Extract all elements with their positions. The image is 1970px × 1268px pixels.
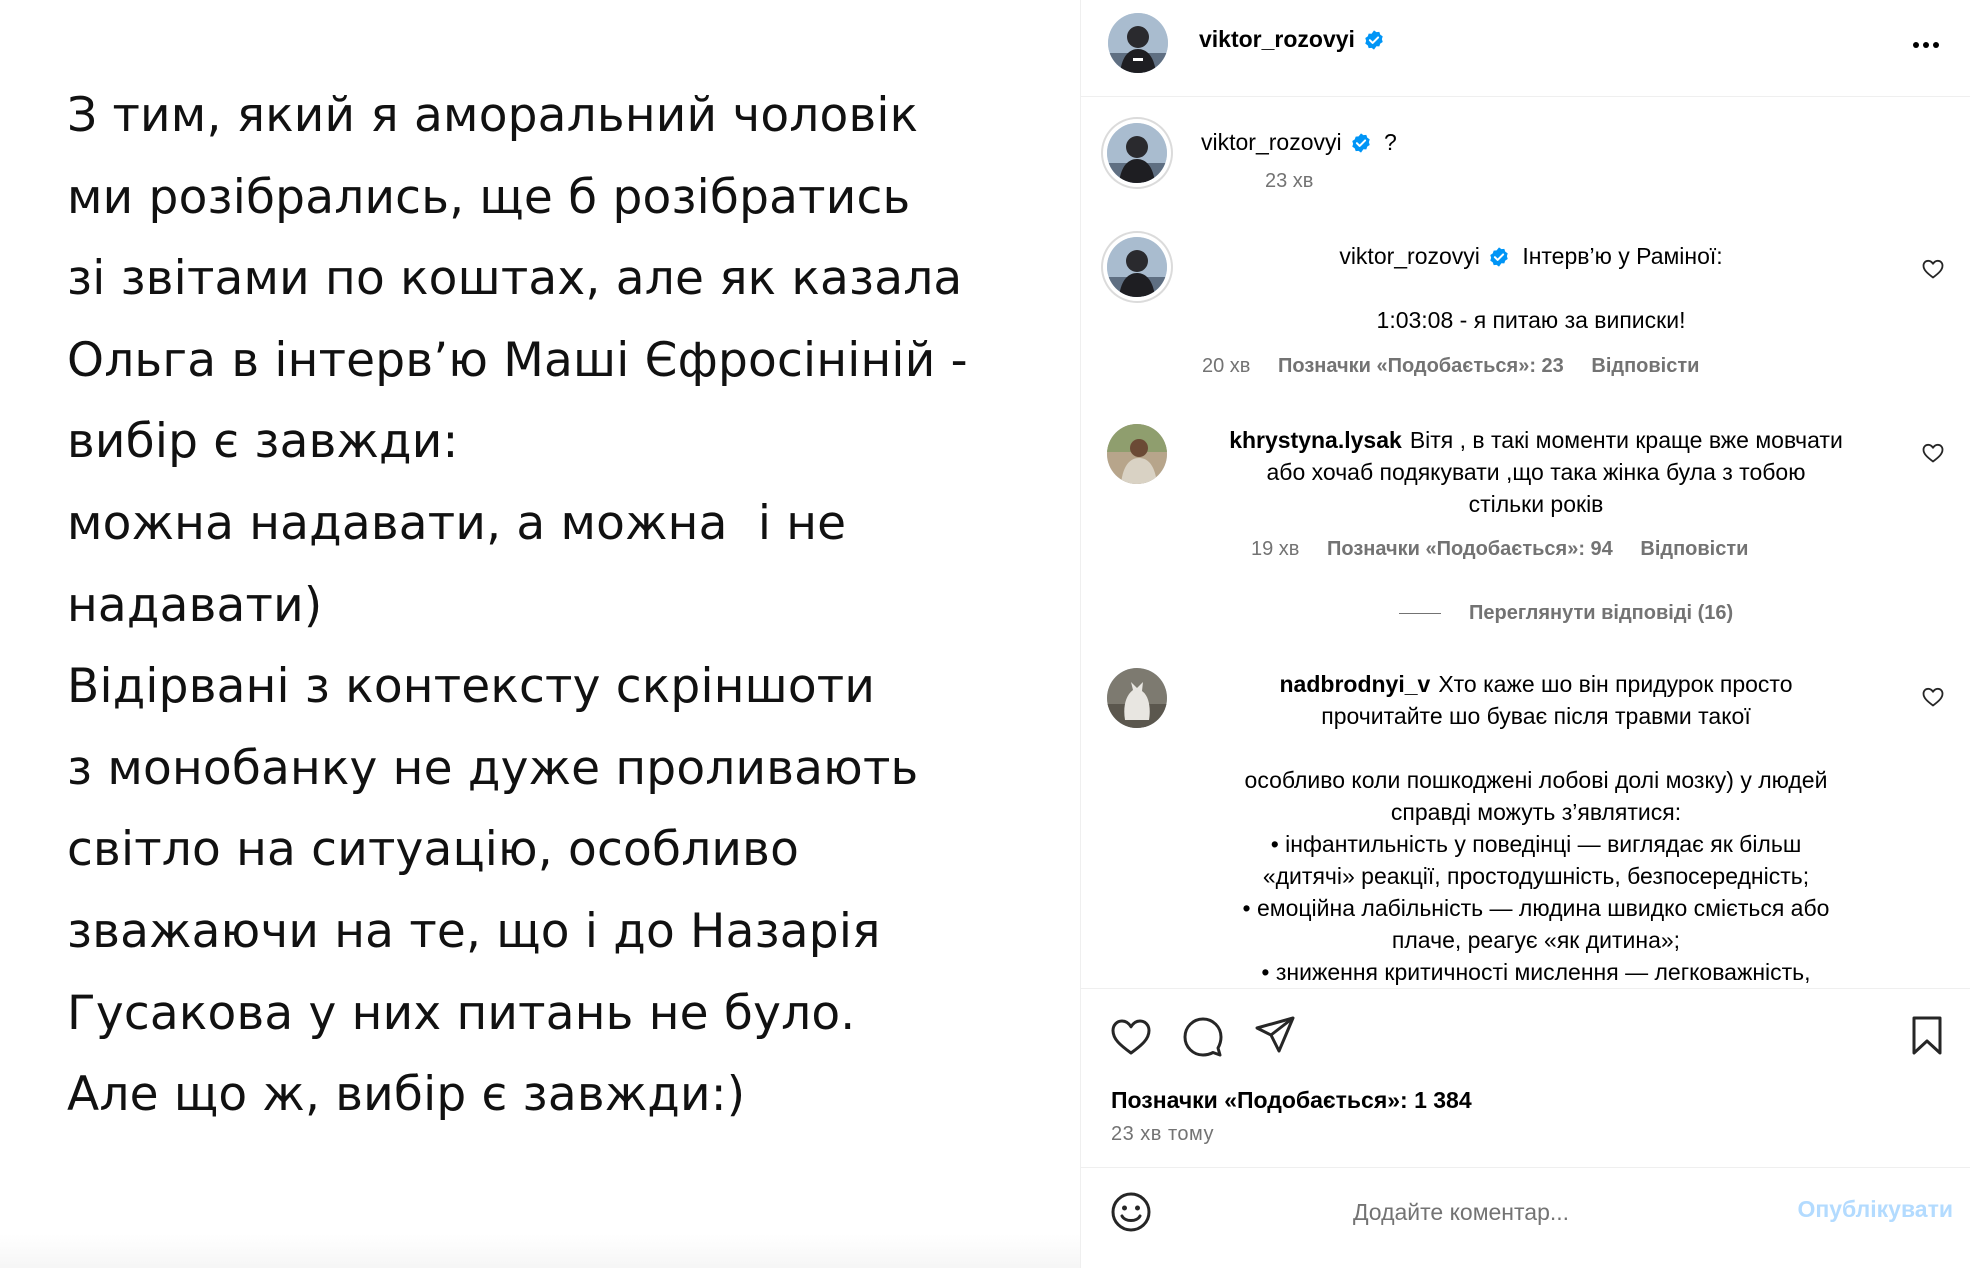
comment-text-line: прочитайте шо буває після травми такої bbox=[1321, 703, 1751, 729]
comment-text-line: стільки років bbox=[1468, 491, 1604, 517]
post-text-line: зі звітами по коштах, але як казала bbox=[67, 251, 963, 307]
comment-meta: 20 хв Позначки «Подобається»: 23 Відпові… bbox=[1202, 355, 1721, 378]
post-text-line: З тим, який я аморальний чоловік bbox=[67, 88, 919, 143]
post-image-text: З тим, який я аморальний чоловік ми розі… bbox=[67, 75, 1067, 1136]
comment-text-line: справді можуть з’являтися: bbox=[1390, 799, 1682, 825]
verified-badge-icon bbox=[1488, 246, 1510, 268]
post-timestamp[interactable]: 23 хв тому bbox=[1111, 1123, 1214, 1146]
avatar-image bbox=[1107, 668, 1167, 728]
author-avatar[interactable] bbox=[1108, 13, 1168, 73]
comment-likes-count[interactable]: Позначки «Подобається»: 94 bbox=[1327, 538, 1613, 560]
comment-text-line: плаче, реагує «як дитина»; bbox=[1391, 927, 1681, 953]
publish-button[interactable]: Опублікувати bbox=[1797, 1196, 1953, 1223]
comment-text: Інтерв’ю у Раміної: bbox=[1522, 243, 1723, 269]
comment-time: 23 хв bbox=[1265, 170, 1314, 192]
like-comment-heart-icon[interactable] bbox=[1921, 257, 1945, 281]
like-comment-heart-icon[interactable] bbox=[1921, 441, 1945, 465]
verified-badge-icon bbox=[1363, 29, 1385, 51]
comment-time: 19 хв bbox=[1251, 538, 1300, 560]
comment-avatar[interactable] bbox=[1107, 123, 1167, 183]
post-text-line: зважаючи на те, що і до Назарія bbox=[67, 903, 881, 959]
comment-text-line: особливо коли пошкоджені лобові долі моз… bbox=[1244, 767, 1828, 793]
comment-avatar[interactable] bbox=[1107, 668, 1167, 728]
comment-username[interactable]: viktor_rozovyi bbox=[1339, 243, 1480, 269]
verified-badge-icon bbox=[1350, 132, 1372, 154]
emoji-icon[interactable] bbox=[1109, 1190, 1153, 1234]
comments-list[interactable]: viktor_rozovyi ? 23 хв viktor_rozovyi Ін… bbox=[1081, 98, 1970, 988]
comment-text-line: або хочаб подякувати ,що така жінка була… bbox=[1266, 459, 1806, 485]
view-replies-label: Переглянути відповіді (16) bbox=[1469, 602, 1734, 624]
post-text-line: Гусакова у них питань не було. bbox=[67, 985, 856, 1041]
post-actions: Позначки «Подобається»: 1 384 23 хв тому bbox=[1081, 988, 1970, 1168]
comment-username[interactable]: viktor_rozovyi bbox=[1201, 129, 1342, 155]
view-replies-button[interactable]: Переглянути відповіді (16) bbox=[1399, 602, 1733, 625]
replies-divider bbox=[1399, 613, 1441, 615]
comment-meta: 19 хв Позначки «Подобається»: 94 Відпові… bbox=[1251, 538, 1770, 561]
post-side-panel: viktor_rozovyi viktor_rozovyi ? 23 хв vi… bbox=[1080, 0, 1970, 1268]
avatar-image bbox=[1108, 13, 1168, 73]
post-image: З тим, який я аморальний чоловік ми розі… bbox=[0, 0, 1080, 1268]
comment-text-line: Хто каже шо він придурок просто bbox=[1438, 671, 1793, 697]
heart-icon[interactable] bbox=[1109, 1015, 1153, 1059]
comment-text-line: 1:03:08 - я питаю за випиcки! bbox=[1376, 307, 1686, 333]
comment-time: 20 хв bbox=[1202, 355, 1251, 377]
comment-icon[interactable] bbox=[1181, 1015, 1225, 1059]
like-comment-heart-icon[interactable] bbox=[1921, 685, 1945, 709]
comment-username[interactable]: khrystyna.lysak bbox=[1229, 427, 1402, 453]
comment-text-line: • інфантильність у поведінці — виглядає … bbox=[1270, 831, 1802, 857]
reply-button[interactable]: Відповісти bbox=[1591, 355, 1699, 377]
post-text-line: ми розібрались, ще б розібратись bbox=[67, 169, 911, 225]
post-text-line: з монобанку не дуже проливають bbox=[67, 740, 919, 796]
comment-avatar[interactable] bbox=[1107, 424, 1167, 484]
comment-body: viktor_rozovyi Інтерв’ю у Раміної: 1:03:… bbox=[1231, 240, 1831, 336]
post-text-line: можна надавати, а можна і не bbox=[67, 495, 847, 551]
comment-text-line: Вітя , в такі моменти краще вже мовчати bbox=[1409, 427, 1843, 453]
comment-text-line: «дитячі» реакції, простодушність, безпос… bbox=[1262, 863, 1810, 889]
comment-input[interactable] bbox=[1191, 1190, 1731, 1234]
author-name-row: viktor_rozovyi bbox=[1199, 26, 1385, 53]
author-username[interactable]: viktor_rozovyi bbox=[1199, 26, 1355, 52]
post-text-line: вибір є завжди: bbox=[67, 414, 459, 470]
comment-body: nadbrodnyi_v Хто каже шо він придурок про… bbox=[1191, 668, 1881, 988]
avatar-image bbox=[1107, 237, 1167, 297]
avatar-image bbox=[1107, 123, 1167, 183]
post-text-line: Відірвані з контексту скріншоти bbox=[67, 659, 876, 715]
comment-text-line bbox=[1191, 732, 1881, 764]
share-icon[interactable] bbox=[1253, 1013, 1297, 1057]
post-text-line: надавати) bbox=[67, 577, 323, 633]
avatar-image bbox=[1107, 424, 1167, 484]
comment-username[interactable]: nadbrodnyi_v bbox=[1280, 671, 1431, 697]
post-text-line: Але що ж, вибір є завжди:) bbox=[67, 1067, 746, 1123]
post-likes-count[interactable]: Позначки «Подобається»: 1 384 bbox=[1111, 1087, 1472, 1114]
post-text-line: Ольга в інтерв’ю Маші Єфросініній - bbox=[67, 332, 968, 388]
comment-text-line: • емоційна лабільність — людина швидко с… bbox=[1242, 895, 1830, 921]
comment-body: khrystyna.lysak Вітя , в такі моменти кра… bbox=[1191, 424, 1881, 520]
post-header: viktor_rozovyi bbox=[1081, 0, 1970, 97]
post-text-line: світло на ситуацію, особливо bbox=[67, 822, 800, 878]
comment-body: viktor_rozovyi ? bbox=[1201, 126, 1397, 158]
image-bottom-shadow bbox=[0, 1234, 1080, 1268]
comment-text: ? bbox=[1384, 129, 1397, 155]
comment-text-line: • зниження критичності мислення — легков… bbox=[1261, 959, 1811, 985]
comment-avatar[interactable] bbox=[1107, 237, 1167, 297]
bookmark-icon[interactable] bbox=[1905, 1013, 1949, 1057]
reply-button[interactable]: Відповісти bbox=[1640, 538, 1748, 560]
add-comment-bar: Опублікувати bbox=[1081, 1168, 1970, 1268]
comment-meta: 23 хв bbox=[1265, 170, 1335, 193]
comment-likes-count[interactable]: Позначки «Подобається»: 23 bbox=[1278, 355, 1564, 377]
more-horizontal-icon[interactable] bbox=[1909, 28, 1943, 62]
